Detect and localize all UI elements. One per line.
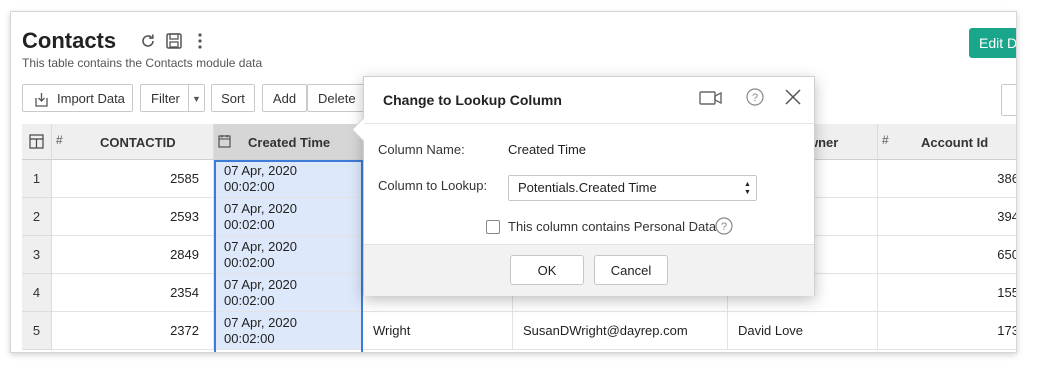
created-date: 07 Apr, 2020 — [224, 315, 298, 330]
reload-icon[interactable] — [139, 32, 157, 50]
column-menu-header[interactable] — [22, 124, 52, 160]
lookup-column-dialog: Change to Lookup Column ? Column Name: C… — [351, 76, 815, 296]
help-icon[interactable]: ? — [746, 88, 764, 111]
column-header-label: Created Time — [248, 135, 331, 150]
cell-contactid[interactable]: 2354 — [52, 274, 214, 312]
cell-account-id[interactable]: 650 — [878, 236, 1016, 274]
cell-account-id[interactable]: 173 — [878, 312, 1016, 350]
cell-created-time[interactable]: 07 Apr, 2020 00:02:00 — [214, 198, 363, 236]
cell-created-time[interactable]: 07 Apr, 2020 00:02:00 — [214, 312, 363, 350]
filter-button[interactable]: Filter ▼ — [140, 84, 205, 112]
cancel-button[interactable]: Cancel — [594, 255, 668, 285]
cell-email[interactable]: SusanDWright@dayrep.com — [513, 312, 728, 350]
sort-button[interactable]: Sort — [211, 84, 255, 112]
svg-text:?: ? — [752, 92, 758, 104]
row-number[interactable]: 4 — [22, 274, 52, 312]
caret-down-icon[interactable]: ▼ — [192, 85, 201, 113]
created-date: 07 Apr, 2020 — [224, 201, 298, 216]
ok-button[interactable]: OK — [510, 255, 584, 285]
cell-created-time[interactable]: 07 Apr, 2020 00:02:00 — [214, 274, 363, 312]
created-date: 07 Apr, 2020 — [224, 163, 298, 178]
cell-owner[interactable]: David Love — [728, 312, 878, 350]
dialog-footer: OK Cancel — [364, 244, 814, 296]
edit-design-button[interactable]: Edit D — [969, 28, 1016, 58]
created-time: 00:02:00 — [224, 217, 275, 232]
cell-account-id[interactable]: 386 — [878, 160, 1016, 198]
delete-button[interactable]: Delete — [307, 84, 367, 112]
select-arrows-icon: ▲▼ — [744, 181, 751, 196]
filter-divider — [188, 85, 189, 111]
dialog-divider — [364, 123, 814, 124]
close-icon[interactable] — [785, 89, 801, 110]
video-icon[interactable] — [699, 90, 723, 111]
created-time: 00:02:00 — [224, 179, 275, 194]
cell-contactid[interactable]: 2593 — [52, 198, 214, 236]
created-date: 07 Apr, 2020 — [224, 277, 298, 292]
column-menu-icon[interactable] — [29, 134, 44, 152]
cell-contactid[interactable]: 2585 — [52, 160, 214, 198]
page-subtitle: This table contains the Contacts module … — [22, 56, 263, 70]
personal-data-label: This column contains Personal Data — [508, 219, 717, 234]
created-time: 00:02:00 — [224, 331, 275, 346]
cell-contactid[interactable]: 2372 — [52, 312, 214, 350]
column-header-account-id[interactable]: # Account Id — [878, 124, 1016, 160]
column-header-contactid[interactable]: # CONTACTID — [52, 124, 214, 160]
save-icon[interactable] — [165, 32, 183, 50]
cell-last-name[interactable]: Wright — [363, 312, 513, 350]
filter-label: Filter — [151, 91, 180, 106]
row-number[interactable]: 2 — [22, 198, 52, 236]
row-number[interactable]: 5 — [22, 312, 52, 350]
dialog-title: Change to Lookup Column — [383, 92, 562, 108]
personal-data-checkbox[interactable] — [486, 220, 500, 234]
column-name-value: Created Time — [508, 142, 587, 157]
lookup-selected-value: Potentials.Created Time — [518, 180, 657, 195]
row-number[interactable]: 1 — [22, 160, 52, 198]
personal-data-help-icon[interactable]: ? — [715, 217, 733, 240]
column-to-lookup-select[interactable]: Potentials.Created Time ▲▼ — [508, 175, 757, 201]
number-type-icon: # — [882, 133, 889, 147]
more-vertical-icon[interactable] — [191, 32, 209, 50]
number-type-icon: # — [56, 133, 63, 147]
cell-account-id[interactable]: 394 — [878, 198, 1016, 236]
import-icon — [33, 90, 50, 118]
column-header-created-time[interactable]: Created Time — [214, 124, 363, 160]
created-time: 00:02:00 — [224, 293, 275, 308]
column-header-label: CONTACTID — [100, 135, 176, 150]
column-name-label: Column Name: — [378, 142, 465, 157]
cell-created-time[interactable]: 07 Apr, 2020 00:02:00 — [214, 236, 363, 274]
search-toggle-button[interactable] — [1001, 84, 1016, 116]
page-title: Contacts — [22, 28, 117, 53]
created-date: 07 Apr, 2020 — [224, 239, 298, 254]
cell-contactid[interactable]: 2849 — [52, 236, 214, 274]
created-time: 00:02:00 — [224, 255, 275, 270]
column-header-label: Account Id — [921, 135, 989, 150]
cell-created-time[interactable]: 07 Apr, 2020 00:02:00 — [214, 160, 363, 198]
row-number[interactable]: 3 — [22, 236, 52, 274]
add-button[interactable]: Add — [262, 84, 307, 112]
calendar-icon — [218, 134, 231, 151]
svg-text:?: ? — [721, 221, 727, 233]
column-to-lookup-label: Column to Lookup: — [378, 178, 488, 193]
cell-account-id[interactable]: 155 — [878, 274, 1016, 312]
import-data-label: Import Data — [57, 91, 125, 106]
import-data-button[interactable]: Import Data — [22, 84, 133, 112]
